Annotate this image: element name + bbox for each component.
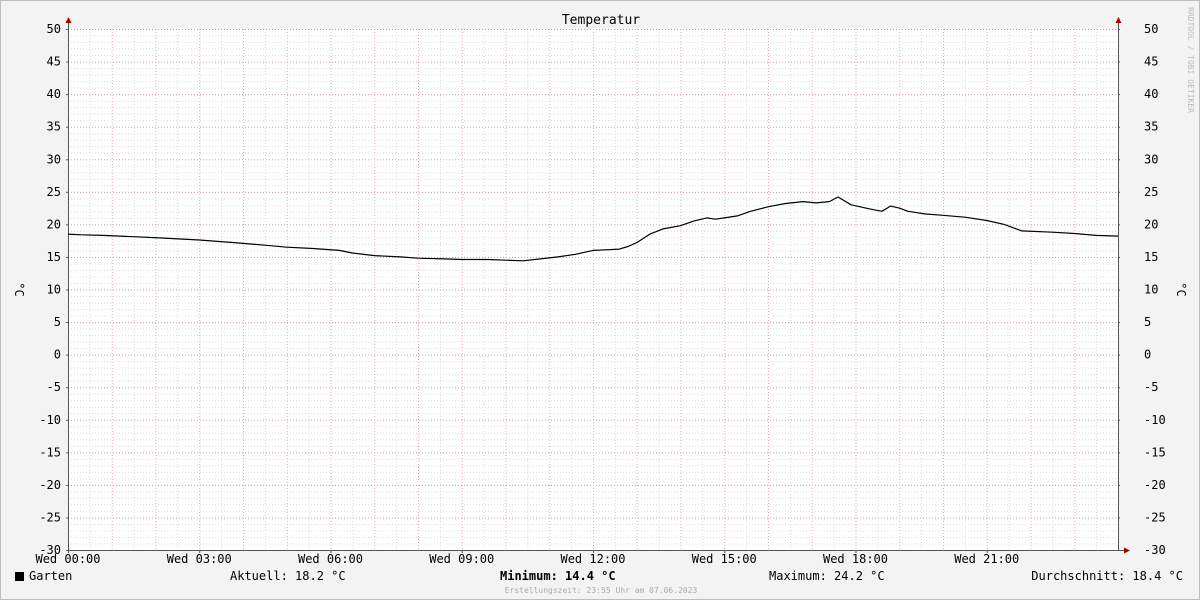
temperature-chart: -30 -30-25 -25-20 -20-15 -15-10 -10-5 -50 05 510…: [12, 13, 1188, 566]
chart-title: Temperatur: [562, 13, 640, 28]
rrdtool-watermark: RRDTOOL / TOBI OETIKER: [1186, 7, 1195, 113]
y-tick-label-right: 30: [1144, 152, 1158, 166]
x-tick-label: Wed 03:00: [167, 552, 232, 566]
x-tick-label: Wed 21:00: [954, 552, 1019, 566]
y-tick-label-right: 25: [1144, 185, 1158, 199]
y-tick-label-right: 0: [1144, 348, 1151, 362]
rrd-graph: -30 -30 -25 -25 -20 -20 -15 -15 -10 -10 -5 -5 0 0 5 5 10…: [0, 0, 1200, 600]
y-tick-label-left: 50: [47, 22, 61, 36]
y-tick-label-left: 30: [47, 152, 61, 166]
x-tick-label: Wed 09:00: [429, 552, 494, 566]
legend-average: Durchschnitt: 18.4 °C: [1031, 569, 1183, 583]
y-tick-label-left: 5: [54, 315, 61, 329]
legend-maximum: Maximum: 24.2 °C: [769, 569, 885, 583]
y-tick-label-left: 20: [47, 217, 61, 231]
y-tick-label-left: -10: [39, 413, 61, 427]
y-tick-label-left: 35: [47, 120, 61, 134]
y-tick-label-right: -10: [1144, 413, 1166, 427]
y-tick-label-right: 40: [1144, 87, 1158, 101]
x-tick-label: Wed 18:00: [823, 552, 888, 566]
creation-timestamp: Erstellungszeit: 23:55 Uhr am 07.06.2023: [504, 586, 698, 595]
x-tick-label: Wed 12:00: [560, 552, 625, 566]
y-tick-label-left: 45: [47, 55, 61, 69]
y-axis-arrow-left: [65, 17, 72, 23]
y-axis-label-right: °C: [1174, 282, 1188, 296]
y-tick-label-right: 20: [1144, 217, 1158, 231]
y-axis-label-left: °C: [12, 282, 26, 296]
y-tick-label-left: -20: [39, 478, 61, 492]
y-tick-label-right: 5: [1144, 315, 1151, 329]
y-tick-label-left: 40: [47, 87, 61, 101]
legend-series: Garten: [15, 569, 72, 583]
y-tick-label-left: -5: [47, 380, 61, 394]
y-tick-label-right: 10: [1144, 283, 1158, 297]
y-tick-label-right: -5: [1144, 380, 1158, 394]
x-tick-label: Wed 00:00: [35, 552, 100, 566]
x-tick-label: Wed 06:00: [298, 552, 363, 566]
y-tick-label-left: 0: [54, 348, 61, 362]
y-tick-label-right: -30: [1144, 543, 1166, 557]
legend-current: Aktuell: 18.2 °C: [230, 569, 346, 583]
y-tick-label-left: -15: [39, 445, 61, 459]
x-tick-label: Wed 15:00: [692, 552, 757, 566]
y-tick-label-right: -20: [1144, 478, 1166, 492]
y-tick-label-right: -15: [1144, 445, 1166, 459]
legend-minimum: Minimum: 14.4 °C: [500, 569, 616, 583]
legend-series-name: Garten: [29, 569, 73, 583]
y-tick-label-left: 10: [47, 283, 61, 297]
y-tick-label-right: 15: [1144, 250, 1158, 264]
y-tick-label-right: 50: [1144, 22, 1158, 36]
y-tick-label-right: -25: [1144, 510, 1166, 524]
y-tick-label-right: 45: [1144, 55, 1158, 69]
x-axis-arrow: [1124, 547, 1130, 554]
y-tick-label-left: 15: [47, 250, 61, 264]
y-axis-arrow-right: [1115, 17, 1122, 23]
y-tick-label-right: 35: [1144, 120, 1158, 134]
legend-swatch: [15, 572, 24, 581]
y-tick-label-left: 25: [47, 185, 61, 199]
y-tick-label-left: -25: [39, 510, 61, 524]
